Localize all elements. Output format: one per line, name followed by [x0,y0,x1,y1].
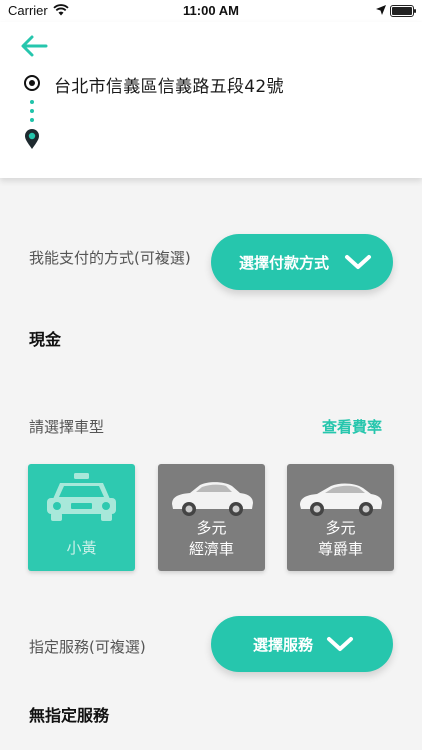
taxi-icon [47,473,116,521]
route-header: 台北市信義區信義路五段42號 [0,22,422,178]
car-option-taxi-label: 小黃 [66,539,97,557]
view-rates-link[interactable]: 查看費率 [322,416,382,437]
car-option-taxi[interactable]: 小黃 [28,464,135,571]
chevron-down-icon [327,637,353,651]
service-selected-value: 無指定服務 [29,706,110,725]
payment-label: 我能支付的方式(可複選) [29,249,191,267]
service-label: 指定服務(可複選) [29,638,146,656]
back-button[interactable] [18,32,50,60]
select-service-button[interactable]: 選擇服務 [211,616,393,672]
origin-marker-icon [24,75,40,91]
car-option-premium-label: 多元 尊爵車 [317,519,363,558]
battery-icon [390,5,416,17]
car-option-economy[interactable]: 多元 經濟車 [158,464,265,571]
chevron-down-icon [345,255,371,269]
sedan-icon [172,482,253,516]
clock: 11:00 AM [183,3,239,18]
select-payment-button[interactable]: 選擇付款方式 [211,234,393,290]
select-payment-button-label: 選擇付款方式 [239,253,330,272]
location-arrow-icon [376,5,386,15]
car-option-economy-label: 多元 經濟車 [188,519,234,558]
car-type-label: 請選擇車型 [29,418,105,436]
luxury-sedan-icon [300,483,382,516]
car-option-premium[interactable]: 多元 尊爵車 [287,464,394,571]
route-dots [30,100,34,127]
destination-pin-icon [25,129,39,149]
status-bar: Carrier 11:00 AM [0,0,422,22]
payment-selected-value: 現金 [29,330,62,349]
select-service-button-label: 選擇服務 [253,635,314,654]
origin-address[interactable]: 台北市信義區信義路五段42號 [54,72,284,97]
